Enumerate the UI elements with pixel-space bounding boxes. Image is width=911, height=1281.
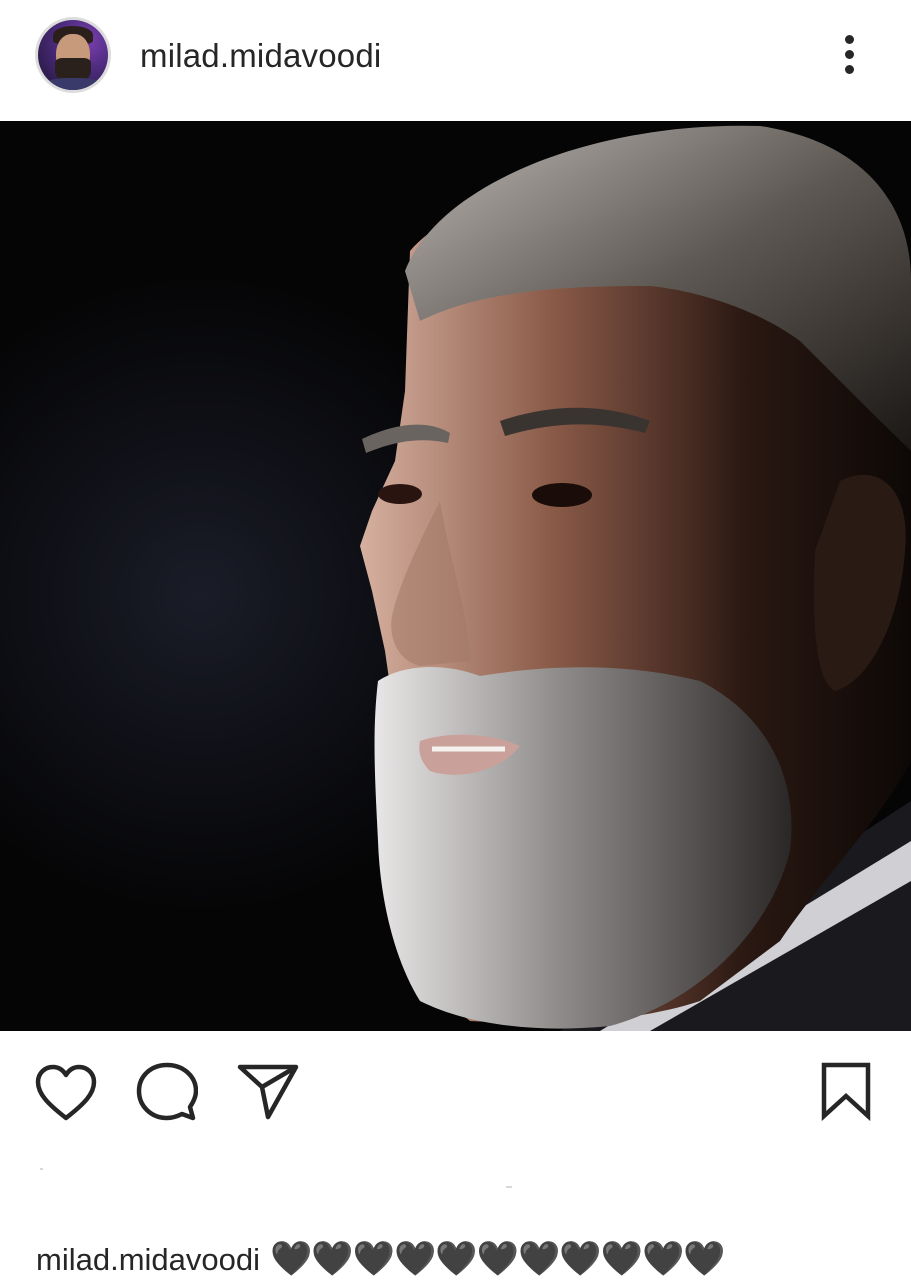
avatar[interactable]: [35, 17, 111, 93]
caption-text: 🖤🖤🖤🖤🖤🖤🖤🖤🖤🖤🖤: [270, 1239, 726, 1279]
profile-avatar-image: [38, 20, 108, 90]
more-vertical-icon[interactable]: [830, 30, 870, 80]
comment-bubble-icon[interactable]: [136, 1061, 199, 1123]
divider-mark: [506, 1186, 512, 1188]
caption: milad.midavoodi 🖤🖤🖤🖤🖤🖤🖤🖤🖤🖤🖤: [36, 1238, 726, 1281]
divider-mark: [40, 1168, 43, 1170]
bookmark-outline-icon[interactable]: [818, 1061, 874, 1122]
paper-plane-icon[interactable]: [236, 1061, 300, 1121]
caption-username[interactable]: milad.midavoodi: [36, 1239, 260, 1281]
post-username[interactable]: milad.midavoodi: [140, 36, 381, 76]
post-header: milad.midavoodi: [0, 0, 911, 120]
action-bar: [0, 1031, 911, 1151]
post-photo[interactable]: [0, 121, 911, 1031]
heart-outline-icon[interactable]: [34, 1063, 98, 1123]
